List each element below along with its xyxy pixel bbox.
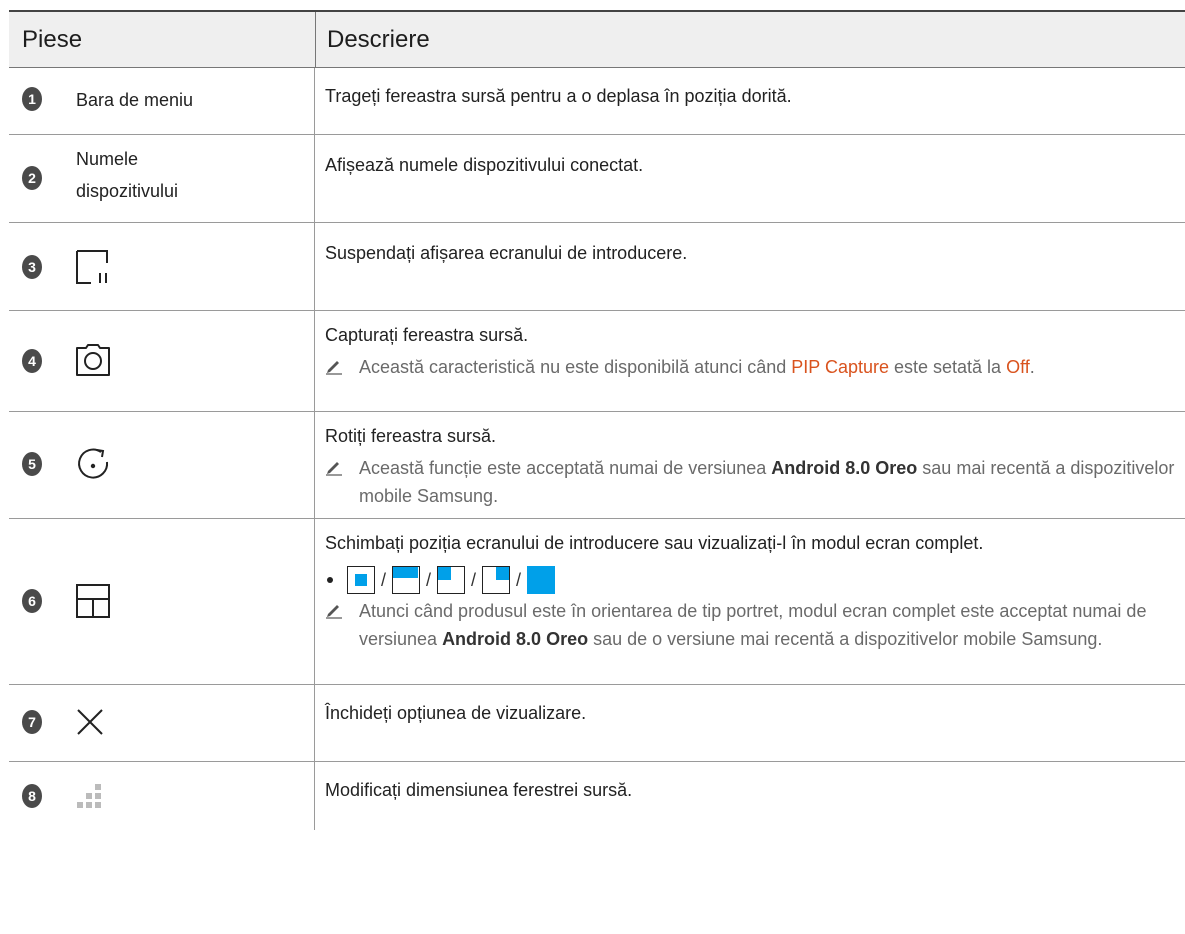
description-text: Trageți fereastra sursă pentru a o depla… — [325, 86, 792, 106]
pencil-icon — [325, 454, 359, 510]
table-row: 4 Capturați fereastra sursă. Această car… — [9, 311, 1185, 412]
description: Modificați dimensiunea ferestrei sursă. — [315, 762, 1185, 830]
description-text: Suspendați afișarea ecranului de introdu… — [325, 243, 688, 263]
number-badge: 5 — [22, 452, 42, 476]
note-text: Această caracteristică nu este disponibi… — [359, 357, 792, 377]
table-row: 6 Schimbați poziția ecranului de introdu… — [9, 519, 1185, 685]
bullet-dot — [327, 577, 333, 583]
description-text: Închideți opțiunea de vizualizare. — [325, 703, 587, 723]
table-row: 2 Numele dispozitivului Afișează numele … — [9, 135, 1185, 223]
android-version: Android 8.0 Oreo — [771, 458, 918, 478]
pip-capture-option: PIP Capture — [791, 357, 889, 377]
description-text: Afișează numele dispozitivului conectat. — [325, 155, 644, 175]
description-text: Schimbați poziția ecranului de introduce… — [325, 533, 984, 553]
table-row: 1 Bara de meniu Trageți fereastra sursă … — [9, 68, 1185, 135]
header-parts: Piese — [9, 12, 316, 67]
number-badge: 1 — [22, 87, 42, 111]
table-header: Piese Descriere — [9, 12, 1185, 68]
note-text: . — [1029, 357, 1035, 377]
note: Această funcție este acceptată numai de … — [325, 454, 1185, 510]
note-text: este setată la — [888, 357, 1007, 377]
part-label-line1: Numele — [76, 149, 139, 169]
description: Suspendați afișarea ecranului de introdu… — [315, 223, 1185, 310]
note-text: Această funcție este acceptată numai de … — [359, 458, 772, 478]
position-top-right-icon — [482, 566, 511, 594]
number-badge: 8 — [22, 784, 42, 808]
table-row: 3 Suspendați afișarea ecranului de intro… — [9, 223, 1185, 311]
pencil-icon — [325, 353, 359, 383]
number-badge: 2 — [22, 166, 42, 190]
table-row: 5 Rotiți fereastra sursă. Această funcți… — [9, 412, 1185, 519]
camera-icon — [76, 344, 110, 376]
separator: / — [516, 570, 522, 590]
number-badge: 4 — [22, 349, 42, 373]
header-description: Descriere — [327, 25, 430, 53]
position-top-left-icon — [437, 566, 466, 594]
description: Trageți fereastra sursă pentru a o depla… — [315, 68, 1185, 134]
separator: / — [471, 570, 477, 590]
description-text: Capturați fereastra sursă. — [325, 325, 529, 345]
separator: / — [381, 570, 387, 590]
table-row: 8 Modificați dimensiunea ferestrei sursă… — [9, 762, 1185, 830]
table-row: 7 Închideți opțiunea de vizualizare. — [9, 685, 1185, 762]
description: Rotiți fereastra sursă. Această funcție … — [315, 412, 1185, 518]
separator: / — [426, 570, 432, 590]
description: Închideți opțiunea de vizualizare. — [315, 685, 1185, 761]
android-version: Android 8.0 Oreo — [442, 629, 589, 649]
part-label-line2: dispozitivului — [76, 181, 179, 201]
note: Atunci când produsul este în orientarea … — [325, 597, 1185, 653]
off-value: Off — [1006, 357, 1030, 377]
rotate-icon — [78, 448, 109, 479]
description-text: Rotiți fereastra sursă. — [325, 426, 497, 446]
position-options: / / / / — [325, 563, 1185, 597]
number-badge: 7 — [22, 710, 42, 734]
parts-table: Piese Descriere 1 Bara de meniu Trageți … — [9, 10, 1185, 830]
resize-handle-icon — [77, 784, 101, 808]
number-badge: 3 — [22, 255, 42, 279]
description: Schimbați poziția ecranului de introduce… — [315, 519, 1185, 684]
position-top-icon — [392, 566, 421, 594]
pause-screen-icon — [76, 250, 108, 284]
number-badge: 6 — [22, 589, 42, 613]
position-fullscreen-icon — [527, 566, 556, 594]
description: Capturați fereastra sursă. Această carac… — [315, 311, 1185, 411]
description: Afișează numele dispozitivului conectat. — [315, 135, 1185, 222]
part-label: Bara de meniu — [76, 90, 194, 110]
layout-icon — [76, 584, 110, 618]
note-text: sau de o versiune mai recentă a dispozit… — [588, 629, 1103, 649]
note: Această caracteristică nu este disponibi… — [325, 353, 1185, 383]
pencil-icon — [325, 597, 359, 653]
close-icon — [77, 709, 103, 735]
description-text: Modificați dimensiunea ferestrei sursă. — [325, 780, 633, 800]
position-center-icon — [347, 566, 375, 594]
